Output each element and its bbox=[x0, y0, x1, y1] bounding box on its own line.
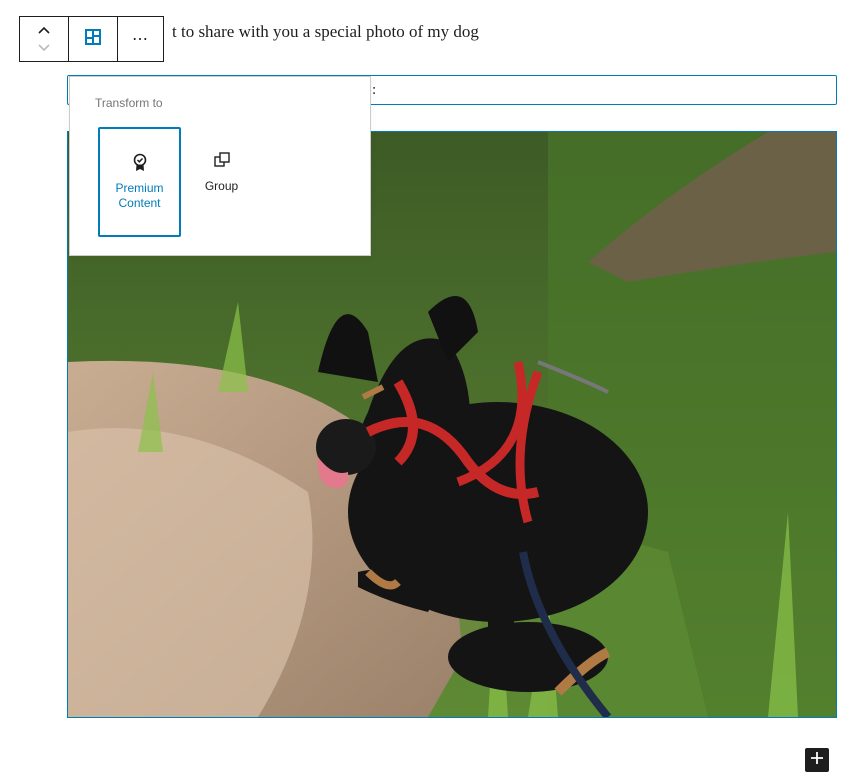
block-inserter-button[interactable] bbox=[805, 748, 829, 772]
paragraph-text[interactable]: t to share with you a special photo of m… bbox=[172, 22, 479, 42]
plus-icon bbox=[810, 751, 824, 770]
row-fragment-text: : bbox=[372, 82, 377, 98]
transform-popover: Transform to Premium Content Group bbox=[69, 76, 371, 256]
grid-layout-icon bbox=[84, 28, 102, 51]
block-toolbar: ⋯ bbox=[19, 16, 164, 62]
chevron-up-icon[interactable] bbox=[36, 23, 52, 37]
popover-title: Transform to bbox=[95, 96, 163, 110]
premium-badge-icon bbox=[131, 151, 149, 173]
more-options-button[interactable]: ⋯ bbox=[118, 17, 163, 61]
block-switcher-button[interactable] bbox=[69, 17, 118, 61]
group-icon bbox=[213, 149, 231, 171]
premium-content-label: Premium Content bbox=[115, 181, 164, 210]
chevron-down-icon[interactable] bbox=[36, 41, 52, 55]
group-label: Group bbox=[204, 179, 239, 193]
transform-premium-content[interactable]: Premium Content bbox=[98, 127, 181, 237]
block-movers bbox=[20, 17, 69, 61]
transform-group[interactable]: Group bbox=[180, 127, 263, 237]
